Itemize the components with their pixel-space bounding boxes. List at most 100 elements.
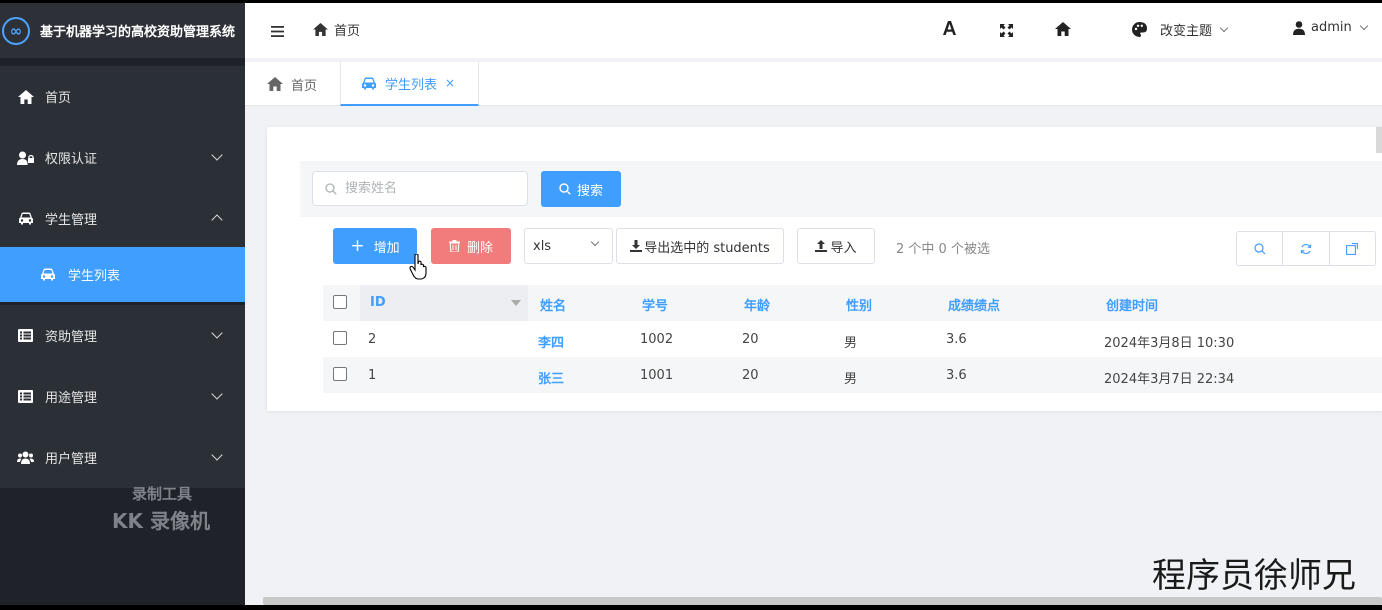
- breadcrumb[interactable]: 首页: [313, 20, 360, 39]
- add-button[interactable]: + 增加: [333, 228, 417, 264]
- fullscreen-icon[interactable]: [1000, 22, 1013, 41]
- cell-age: 20: [742, 332, 759, 347]
- username: admin: [1311, 20, 1352, 35]
- user-lock-icon: [17, 151, 34, 165]
- cell-id: 2: [368, 332, 377, 347]
- tab-student-list[interactable]: 学生列表 ×: [340, 62, 479, 106]
- sidebar-item-label: 学生列表: [68, 269, 121, 284]
- cell-created: 2024年3月7日 22:34: [1104, 372, 1235, 387]
- cell-id: 1: [368, 368, 377, 383]
- app-window: ∞ 基于机器学习的高校资助管理系统 首页 权限认证 学生管理 学生列表 资助管理: [0, 3, 1382, 605]
- export-format-select[interactable]: xls: [524, 228, 613, 264]
- chevron-down-icon: [211, 388, 223, 400]
- home-icon: [267, 77, 283, 91]
- horizontal-scrollbar[interactable]: [263, 597, 1382, 605]
- chevron-up-icon: [211, 214, 223, 226]
- export-format-value: xls: [533, 238, 552, 254]
- tab-label: 学生列表: [385, 77, 438, 93]
- tab-home[interactable]: 首页: [245, 62, 339, 106]
- table-row[interactable]: 1 张三 1001 20 男 3.6 2024年3月7日 22:34: [323, 357, 1382, 393]
- cell-name-link[interactable]: 张三: [538, 368, 564, 387]
- user-menu[interactable]: admin: [1293, 20, 1368, 35]
- brand: ∞ 基于机器学习的高校资助管理系统: [0, 3, 245, 58]
- sidebar-item-label: 权限认证: [45, 152, 98, 167]
- sidebar-item-users[interactable]: 用户管理: [0, 427, 245, 488]
- column-header-gender[interactable]: 性别: [846, 295, 872, 314]
- delete-button-label: 删除: [466, 240, 493, 256]
- vertical-scrollbar[interactable]: [1376, 127, 1382, 153]
- top-header: 首页 改变主题 admin: [245, 3, 1382, 58]
- tab-bar: 首页 学生列表 ×: [245, 62, 1382, 106]
- delete-button[interactable]: 删除: [431, 228, 511, 264]
- export-button[interactable]: 导出选中的 students: [616, 228, 784, 264]
- search-icon: [559, 183, 571, 195]
- import-button-label: 导入: [830, 240, 857, 256]
- row-checkbox[interactable]: [333, 367, 347, 381]
- table-header: ID 姓名 学号 年龄 性别 成绩绩点 创建时间: [323, 285, 1382, 321]
- search-input[interactable]: [345, 181, 515, 196]
- tab-label: 首页: [291, 78, 318, 94]
- car-icon: [361, 77, 377, 90]
- sidebar-item-label: 学生管理: [45, 213, 98, 228]
- external-link-icon[interactable]: [1330, 232, 1375, 265]
- sidebar-item-auth[interactable]: 权限认证: [0, 127, 245, 188]
- row-checkbox[interactable]: [333, 331, 347, 345]
- refresh-icon[interactable]: [1283, 232, 1330, 265]
- search-bar: 搜索: [300, 161, 1382, 217]
- users-icon: [17, 451, 34, 465]
- theme-switcher[interactable]: 改变主题: [1132, 20, 1229, 39]
- column-header-age[interactable]: 年龄: [744, 295, 770, 314]
- chevron-down-icon: [211, 449, 223, 461]
- cell-name-link[interactable]: 李四: [538, 332, 564, 351]
- cell-gender: 男: [844, 372, 858, 387]
- cell-gender: 男: [844, 336, 858, 351]
- sidebar-item-label: 资助管理: [45, 330, 98, 345]
- cell-gpa: 3.6: [946, 368, 967, 383]
- column-header-created[interactable]: 创建时间: [1106, 295, 1158, 314]
- export-button-label: 导出选中的 students: [644, 240, 770, 256]
- sort-caret-icon[interactable]: [511, 300, 521, 306]
- sidebar: ∞ 基于机器学习的高校资助管理系统 首页 权限认证 学生管理 学生列表 资助管理: [0, 3, 245, 605]
- breadcrumb-label: 首页: [334, 24, 361, 39]
- column-header-student-no[interactable]: 学号: [642, 295, 668, 314]
- add-button-label: 增加: [373, 240, 400, 256]
- chevron-down-icon: [211, 149, 223, 161]
- search-button[interactable]: 搜索: [541, 171, 621, 207]
- home-icon[interactable]: [1055, 21, 1071, 40]
- search-toggle-icon[interactable]: [1237, 232, 1284, 265]
- car-icon: [40, 268, 56, 281]
- sidebar-item-label: 用途管理: [45, 391, 98, 406]
- menu-toggle-icon[interactable]: [271, 22, 284, 41]
- list-icon: [17, 390, 34, 404]
- font-size-icon[interactable]: [943, 20, 956, 39]
- sidebar-item-funding[interactable]: 资助管理: [0, 305, 245, 366]
- chevron-down-icon: [590, 237, 600, 247]
- sidebar-item-usage[interactable]: 用途管理: [0, 366, 245, 427]
- column-header-gpa[interactable]: 成绩绩点: [948, 295, 1000, 314]
- sidebar-item-student-mgmt[interactable]: 学生管理: [0, 188, 245, 249]
- search-button-label: 搜索: [576, 183, 603, 199]
- chevron-down-icon: [211, 327, 223, 339]
- upload-icon: [815, 240, 828, 252]
- recorder-watermark: 录制工具: [132, 485, 193, 503]
- user-icon: [1293, 20, 1305, 35]
- list-icon: [17, 329, 34, 343]
- chevron-down-icon: [1219, 23, 1229, 32]
- trash-icon: [448, 240, 460, 252]
- select-all-checkbox[interactable]: [333, 295, 347, 309]
- sidebar-item-student-list[interactable]: 学生列表: [0, 247, 245, 302]
- recorder-watermark-name: KK 录像机: [112, 509, 210, 533]
- hand-cursor-icon: [409, 253, 429, 284]
- download-icon: [630, 240, 643, 252]
- chevron-down-icon: [1359, 21, 1368, 30]
- column-header-name[interactable]: 姓名: [540, 295, 566, 314]
- table-row[interactable]: 2 李四 1002 20 男 3.6 2024年3月8日 10:30: [323, 321, 1382, 357]
- author-watermark: 程序员徐师兄: [1152, 556, 1356, 596]
- search-field[interactable]: [312, 171, 528, 206]
- import-button[interactable]: 导入: [797, 228, 875, 264]
- sidebar-item-home[interactable]: 首页: [0, 66, 245, 127]
- cell-created: 2024年3月8日 10:30: [1104, 336, 1235, 351]
- close-icon[interactable]: ×: [445, 76, 455, 90]
- column-header-id[interactable]: ID: [370, 295, 386, 310]
- cell-gpa: 3.6: [946, 332, 967, 347]
